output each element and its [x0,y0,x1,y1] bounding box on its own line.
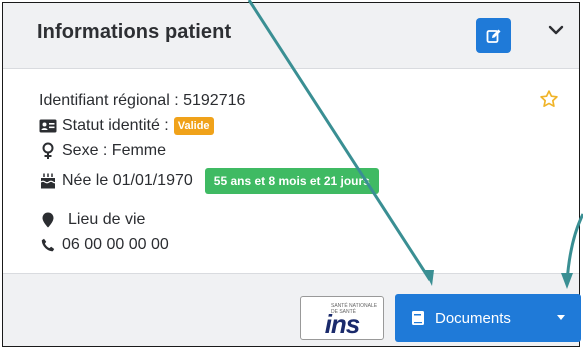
collapse-toggle[interactable] [543,17,569,43]
identity-status-badge: Valide [173,117,214,135]
id-card-icon [39,117,57,135]
favorite-button[interactable] [539,89,561,111]
identity-status-row: Statut identité : Valide [39,115,214,137]
sex-text: Sexe : Femme [62,142,167,159]
book-icon [412,311,424,325]
card-body: Identifiant régional : 5192716 Statut id… [3,69,579,273]
phone-row: 06 00 00 00 00 [39,234,169,256]
card-title: Informations patient [37,21,232,43]
birthday-cake-icon [39,172,57,190]
birth-date-text: Née le 01/01/1970 [62,172,193,189]
regional-identifier-text: Identifiant régional : 5192716 [39,92,246,109]
chevron-down-icon [548,25,564,35]
patient-info-screen: Informations patient Identifiant régiona… [0,0,583,349]
documents-dropdown-toggle[interactable] [541,294,581,342]
pencil-square-icon [486,29,500,43]
ins-logo-button[interactable]: SANTÉ NATIONALE DE SANTÉ ins [300,296,384,340]
star-outline-icon [540,90,558,107]
female-symbol-icon [39,142,57,160]
phone-text: 06 00 00 00 00 [62,236,169,253]
caret-down-icon [557,315,565,320]
card-header: Informations patient [3,3,579,69]
ins-logo-text: ins [324,309,361,339]
birth-row: Née le 01/01/1970 55 ans et 8 mois et 21… [39,166,379,196]
residence-text: Lieu de vie [68,211,146,228]
residence-row: Lieu de vie [39,209,145,231]
sex-row: Sexe : Femme [39,140,166,162]
regional-identifier-row: Identifiant régional : 5192716 [39,90,245,112]
phone-icon [39,236,57,254]
patient-info-card: Informations patient Identifiant régiona… [2,2,581,347]
card-footer: SANTÉ NATIONALE DE SANTÉ ins Documents [3,273,581,346]
documents-button[interactable]: Documents [395,294,581,342]
map-marker-icon [39,211,57,229]
age-badge: 55 ans et 8 mois et 21 jours [204,168,379,194]
documents-label: Documents [435,309,511,327]
edit-button[interactable] [476,18,511,53]
identity-status-label: Statut identité : [62,117,169,134]
